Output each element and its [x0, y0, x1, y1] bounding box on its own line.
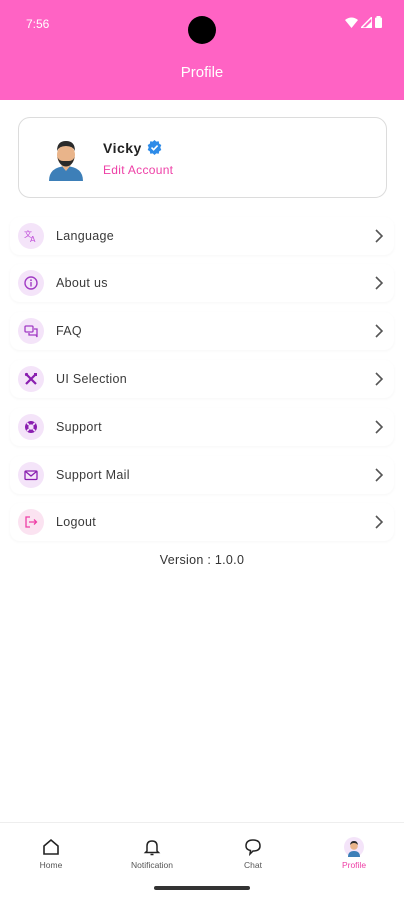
chat-icon: [245, 839, 261, 857]
menu-label: UI Selection: [56, 372, 127, 386]
chevron-right-icon: [375, 324, 384, 338]
status-bar: 7:56: [0, 0, 404, 44]
chevron-right-icon: [375, 515, 384, 529]
page-title: Profile: [180, 64, 224, 81]
menu-item-language[interactable]: 文A Language: [10, 217, 394, 255]
nav-label: Notification: [130, 860, 174, 870]
menu-label: Support Mail: [56, 468, 130, 482]
home-indicator: [154, 886, 250, 890]
mail-icon: [18, 462, 44, 488]
menu-item-about-us[interactable]: About us: [10, 264, 394, 302]
tools-icon: [18, 366, 44, 392]
menu-item-faq[interactable]: FAQ: [10, 312, 394, 350]
profile-card[interactable]: Vicky Edit Account: [18, 117, 387, 198]
profile-name: Vicky: [103, 140, 142, 156]
signal-icon: [361, 16, 372, 28]
nav-label: Home: [39, 860, 63, 870]
nav-label: Chat: [244, 860, 262, 870]
menu-label: Logout: [56, 515, 97, 529]
home-icon: [43, 838, 59, 855]
nav-chat[interactable]: Chat: [203, 837, 303, 870]
logout-icon: [18, 509, 44, 535]
status-icons: [345, 16, 382, 28]
battery-icon: [375, 16, 382, 28]
app-header: 7:56 Profile: [0, 0, 404, 100]
menu-label: Language: [56, 229, 115, 243]
camera-cutout: [188, 16, 216, 44]
menu-label: FAQ: [56, 324, 82, 338]
nav-notification[interactable]: Notification: [102, 837, 202, 870]
wifi-icon: [345, 17, 358, 28]
info-icon: [18, 270, 44, 296]
chevron-right-icon: [375, 420, 384, 434]
menu-item-logout[interactable]: Logout: [10, 503, 394, 541]
translate-icon: 文A: [18, 223, 44, 249]
chevron-right-icon: [375, 229, 384, 243]
profile-avatar-icon: [344, 837, 364, 857]
nav-label: Profile: [341, 860, 367, 870]
chevron-right-icon: [375, 372, 384, 386]
status-time: 7:56: [26, 17, 50, 31]
nav-home[interactable]: Home: [1, 837, 101, 870]
lifebuoy-icon: [18, 414, 44, 440]
menu-label: About us: [56, 276, 108, 290]
verified-badge-icon: [147, 140, 162, 155]
menu-item-support[interactable]: Support: [10, 408, 394, 446]
bell-icon: [143, 840, 161, 856]
chevron-right-icon: [375, 276, 384, 290]
menu-item-ui-selection[interactable]: UI Selection: [10, 360, 394, 398]
user-avatar: [49, 141, 83, 181]
menu-item-support-mail[interactable]: Support Mail: [10, 456, 394, 494]
app-version: Version : 1.0.0: [159, 553, 245, 567]
menu-label: Support: [56, 420, 102, 434]
edit-account-link[interactable]: Edit Account: [103, 163, 173, 177]
chat-bubbles-icon: [18, 318, 44, 344]
svg-text:A: A: [30, 235, 36, 243]
nav-profile[interactable]: Profile: [304, 837, 404, 870]
chevron-right-icon: [375, 468, 384, 482]
